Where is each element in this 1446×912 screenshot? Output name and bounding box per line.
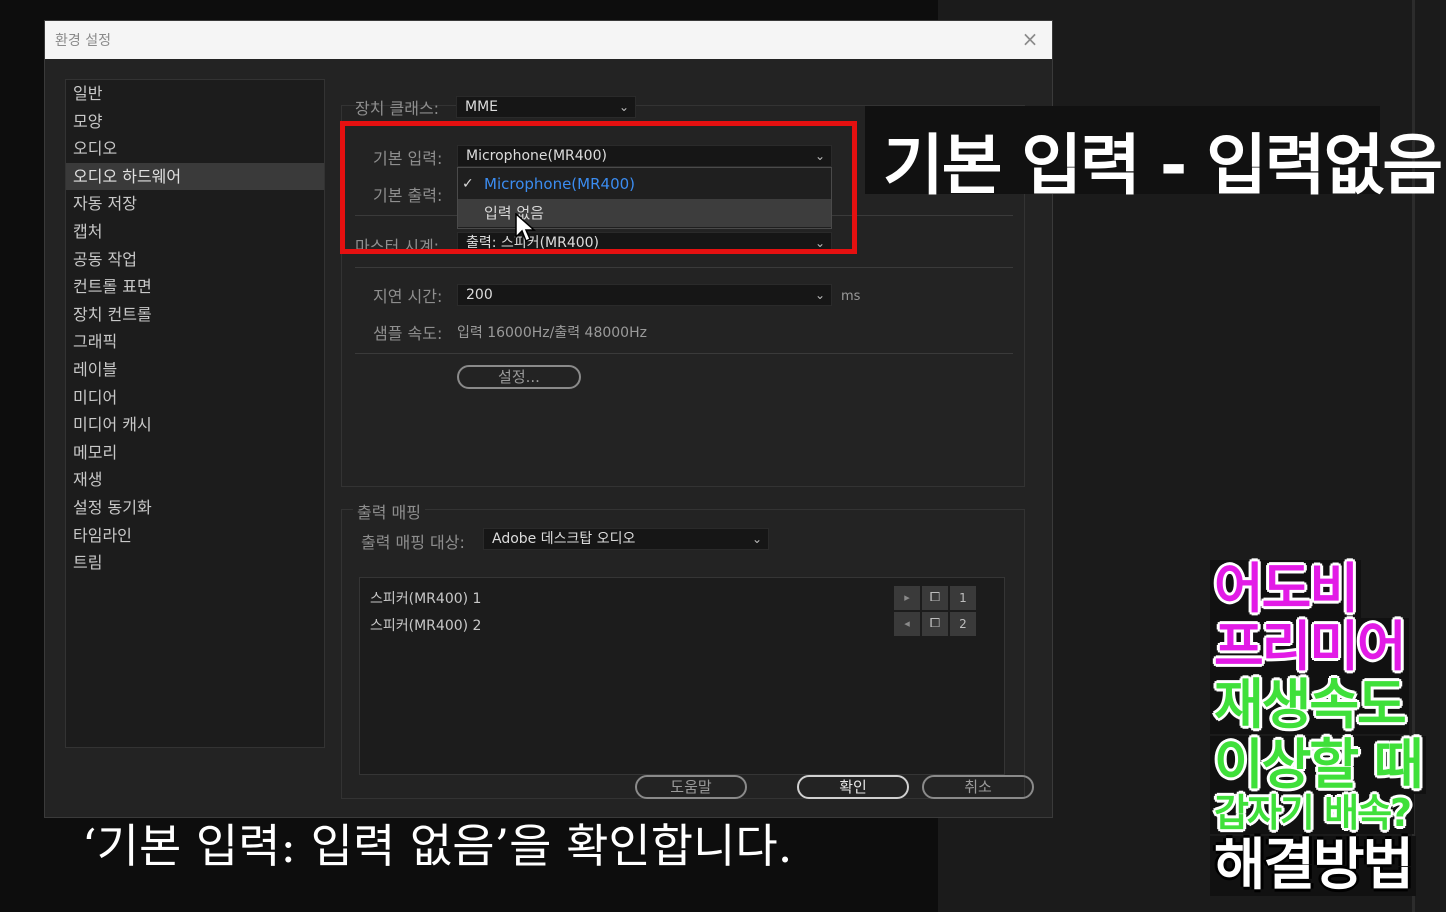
- thumbnail-title-line: 재생속도: [1210, 676, 1409, 734]
- latency-label: 지연 시간:: [373, 287, 443, 306]
- sidebar-item[interactable]: 컨트롤 표면: [66, 273, 324, 301]
- sidebar-item[interactable]: 미디어 캐시: [66, 411, 324, 439]
- latency-value: 200: [466, 287, 493, 303]
- mouse-cursor-icon: [515, 213, 536, 243]
- device-class-label: 장치 클래스:: [355, 99, 440, 118]
- divider: [355, 267, 1013, 268]
- channel-speaker-icon[interactable]: ▸: [894, 586, 920, 610]
- sidebar-item[interactable]: 타임라인: [66, 522, 324, 550]
- channel-speaker-icon[interactable]: ◂: [894, 612, 920, 636]
- sidebar-item[interactable]: 레이블: [66, 356, 324, 384]
- thumbnail-title-line: 해결방법: [1210, 836, 1417, 896]
- chevron-down-icon: ⌄: [618, 100, 629, 114]
- channel-number-badge: 1: [950, 586, 976, 610]
- dialog-title: 환경 설정: [55, 33, 111, 49]
- output-mapping-group-label: 출력 매핑: [353, 499, 425, 523]
- thumbnail-title-line: 어도비: [1210, 560, 1362, 618]
- chevron-down-icon: ⌄: [751, 532, 762, 546]
- latency-unit: ms: [841, 289, 861, 304]
- sidebar-item[interactable]: 그래픽: [66, 328, 324, 356]
- title-bar: 환경 설정 ×: [45, 21, 1052, 59]
- sidebar-item[interactable]: 자동 저장: [66, 190, 324, 218]
- output-channel-list: 스피커(MR400) 1 스피커(MR400) 2 ▸ ⧠ 1 ◂ ⧠ 2: [359, 577, 1005, 775]
- output-mapping-target-select[interactable]: Adobe 데스크탑 오디오 ⌄: [483, 528, 769, 550]
- sidebar-item[interactable]: 캡처: [66, 218, 324, 246]
- help-button[interactable]: 도움말: [635, 775, 747, 799]
- latency-select[interactable]: 200 ⌄: [457, 284, 832, 306]
- sidebar-item[interactable]: 메모리: [66, 439, 324, 467]
- device-class-select[interactable]: MME ⌄: [456, 96, 636, 118]
- sidebar-item[interactable]: 재생: [66, 466, 324, 494]
- cancel-button[interactable]: 취소: [922, 775, 1034, 799]
- audio-settings-button[interactable]: 설정...: [457, 365, 581, 389]
- sample-rate-label: 샘플 속도:: [373, 324, 443, 343]
- thumbnail-title-line: 프리미어: [1210, 618, 1409, 676]
- channel-row[interactable]: 스피커(MR400) 2: [370, 615, 481, 635]
- sample-rate-value: 입력 16000Hz/출력 48000Hz: [457, 325, 647, 341]
- callout-banner: 기본 입력 - 입력없음: [865, 106, 1443, 204]
- channel-number-badge: 2: [950, 612, 976, 636]
- callout-text: 기본 입력 - 입력없음: [883, 127, 1443, 204]
- sidebar-item[interactable]: 오디오 하드웨어: [66, 162, 324, 191]
- preferences-sidebar: 일반 모양 오디오 오디오 하드웨어 자동 저장 캡처 공동 작업 컨트롤 표면 장치 컨트롤 그…: [65, 79, 325, 748]
- channel-device-icon[interactable]: ⧠: [922, 586, 948, 610]
- close-icon[interactable]: ×: [1018, 27, 1042, 51]
- channel-device-icon[interactable]: ⧠: [922, 612, 948, 636]
- subtitle-caption: ‘기본 입력: 입력 없음’을 확인합니다.: [82, 819, 793, 873]
- divider: [355, 353, 1013, 354]
- output-mapping-target-label: 출력 매핑 대상:: [361, 533, 465, 552]
- sidebar-item[interactable]: 설정 동기화: [66, 494, 324, 522]
- highlight-box: [340, 121, 857, 254]
- device-class-value: MME: [465, 99, 499, 115]
- ok-button[interactable]: 확인: [797, 775, 909, 799]
- thumbnail-title: 어도비 프리미어 재생속도 이상할 때 갑자기 배속? 해결방법: [1206, 560, 1436, 900]
- output-mapping-target-value: Adobe 데스크탑 오디오: [492, 531, 636, 547]
- sidebar-item[interactable]: 미디어: [66, 384, 324, 412]
- sidebar-item[interactable]: 일반: [66, 80, 324, 108]
- channel-row[interactable]: 스피커(MR400) 1: [370, 588, 481, 608]
- sidebar-item[interactable]: 장치 컨트롤: [66, 301, 324, 329]
- sidebar-item[interactable]: 모양: [66, 108, 324, 136]
- thumbnail-title-line: 갑자기 배속?: [1210, 792, 1415, 834]
- thumbnail-title-line: 이상할 때: [1210, 736, 1426, 794]
- sidebar-item[interactable]: 공동 작업: [66, 246, 324, 274]
- sidebar-item[interactable]: 트림: [66, 549, 324, 577]
- chevron-down-icon: ⌄: [814, 288, 825, 302]
- sidebar-item[interactable]: 오디오: [66, 135, 324, 163]
